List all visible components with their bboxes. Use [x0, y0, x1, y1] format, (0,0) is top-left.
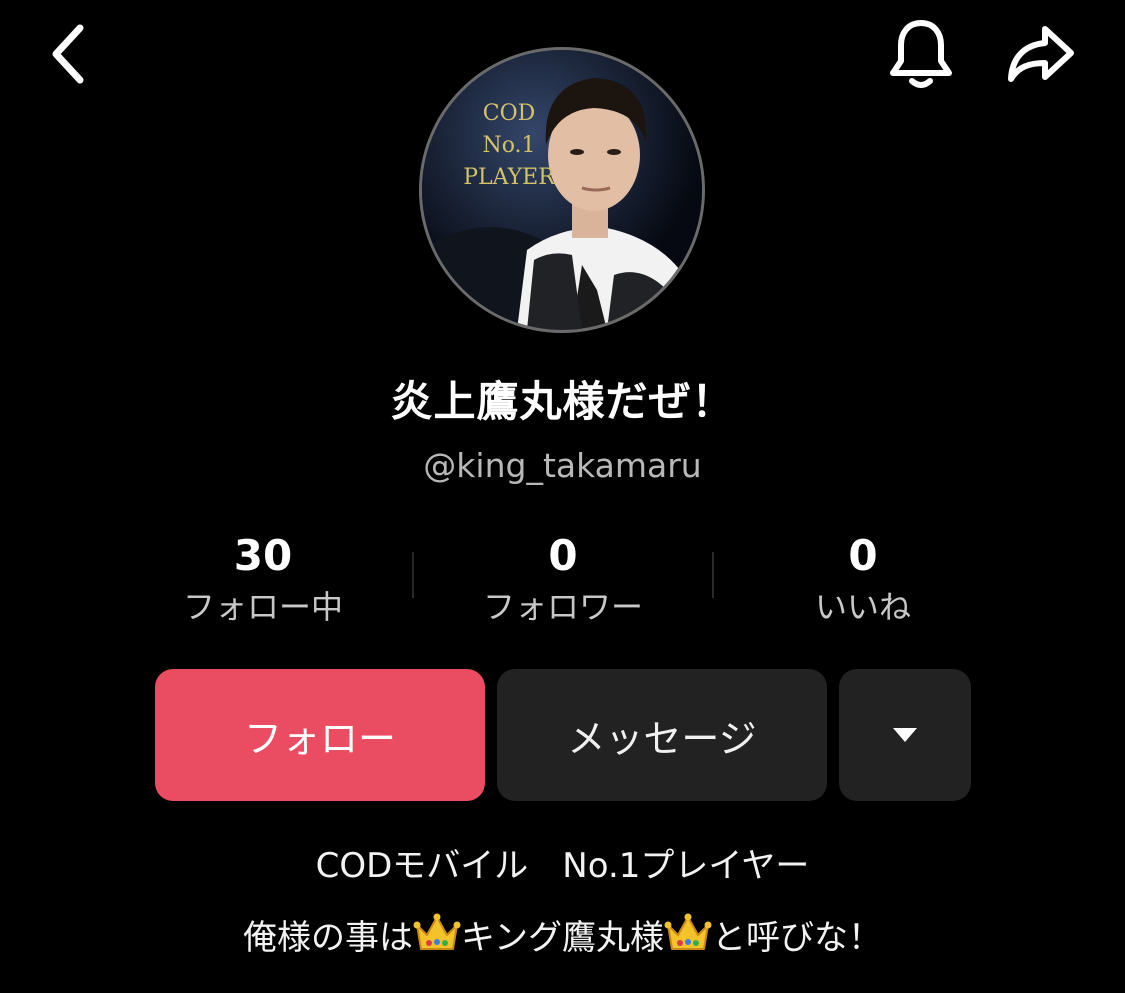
- chevron-left-icon: [52, 24, 84, 84]
- back-button[interactable]: [36, 18, 100, 90]
- stat-label: フォロワー: [482, 588, 643, 626]
- bell-icon: [890, 20, 952, 88]
- stat-value: 30: [233, 531, 293, 580]
- follow-button[interactable]: フォロー: [155, 669, 485, 801]
- stat-likes[interactable]: 0 いいね: [713, 528, 1013, 630]
- bio-text: と呼びな！: [711, 918, 882, 958]
- bio-line-1: CODモバイル No.1プレイヤー: [315, 846, 810, 886]
- bio-text: キング鷹丸様: [461, 918, 664, 958]
- stat-value: 0: [548, 531, 578, 580]
- stat-followers[interactable]: 0 フォロワー: [413, 528, 713, 630]
- bio-line-2: 俺様の事は キング鷹丸様 と呼びな！: [0, 910, 1125, 959]
- stat-label: いいね: [814, 588, 911, 626]
- crown-icon: [413, 913, 461, 950]
- display-name: 炎上鷹丸様だぜ！: [390, 377, 735, 426]
- notification-bell-button[interactable]: [878, 14, 964, 94]
- stat-value: 0: [848, 531, 878, 580]
- crown-icon: [664, 913, 712, 950]
- share-button[interactable]: [996, 14, 1086, 94]
- more-options-button[interactable]: [839, 669, 971, 801]
- avatar-text: COD No.1 PLAYER: [463, 101, 555, 190]
- profile-avatar[interactable]: COD No.1 PLAYER: [419, 47, 705, 333]
- bio-text: 俺様の事は: [243, 918, 413, 958]
- username: @king_takamaru: [423, 446, 702, 485]
- stat-following[interactable]: 30 フォロー中: [113, 528, 413, 630]
- message-button[interactable]: メッセージ: [497, 669, 827, 801]
- stat-label: フォロー中: [182, 588, 343, 626]
- share-arrow-icon: [1008, 26, 1074, 82]
- caret-down-icon: [893, 728, 917, 742]
